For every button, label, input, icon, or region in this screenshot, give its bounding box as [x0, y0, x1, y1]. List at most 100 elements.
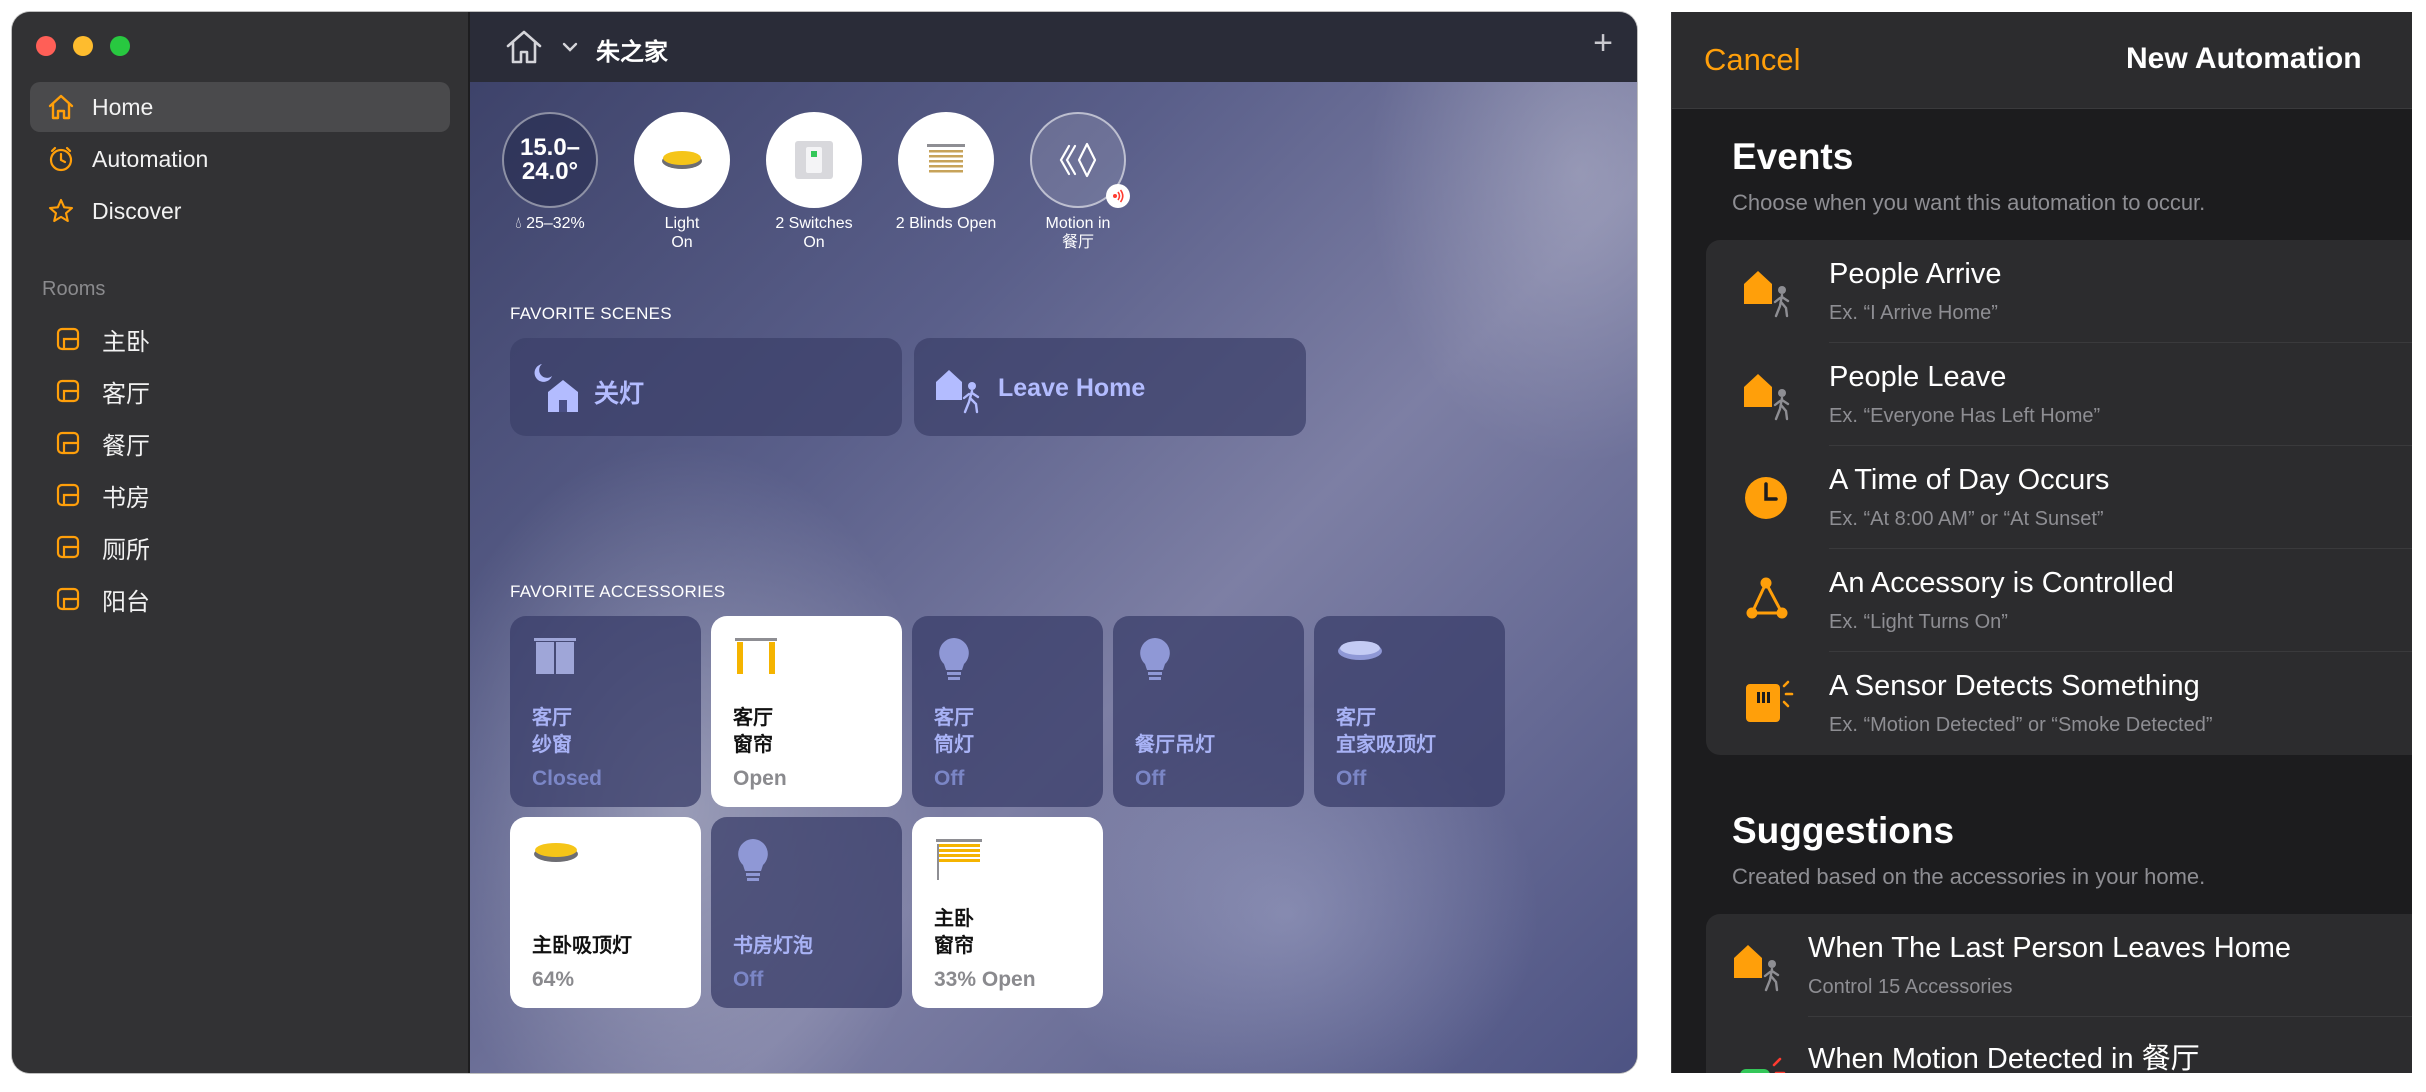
accessory-room: 客厅 [532, 707, 572, 729]
sidebar-item-discover[interactable]: Discover [30, 186, 450, 236]
scene-button-leave-home[interactable]: Leave Home [914, 338, 1306, 436]
clock-icon [1745, 477, 1787, 519]
accessory-tile[interactable]: 主卧 窗帘 33% Open [912, 817, 1103, 1008]
star-icon [46, 196, 76, 226]
blinds-status[interactable]: 2 Blinds Open [886, 112, 1006, 233]
event-title: People Leave [1829, 361, 2007, 393]
suggestion-row[interactable]: When The Last Person Leaves Home Control… [1706, 914, 2412, 1017]
add-button[interactable]: + [1593, 24, 1613, 63]
sidebar-item-room[interactable]: 厕所 [30, 522, 450, 572]
new-automation-sheet: Cancel New Automation Events Choose when… [1671, 12, 2412, 1073]
sensor-icon [1746, 680, 1794, 722]
sidebar-item-room[interactable]: 书房 [30, 470, 450, 520]
switches-status-line-1: 2 Switches [775, 215, 853, 232]
accessory-label: 纱窗 [532, 734, 572, 756]
accessory-label: 主卧吸顶灯 [532, 935, 632, 957]
ceiling-light-icon [532, 837, 580, 872]
scene-button-lights-off[interactable]: 关灯 [510, 338, 902, 436]
motion-sensor-icon [1740, 1057, 1786, 1073]
person-leave-icon [1734, 945, 1780, 992]
room-icon [56, 379, 80, 403]
accessory-state: Off [733, 968, 764, 991]
room-label: 厕所 [102, 536, 150, 564]
suggestions-heading: Suggestions [1732, 810, 1955, 851]
accessory-state: Off [1336, 767, 1367, 790]
close-window-button[interactable] [36, 36, 56, 56]
motion-status[interactable]: Motion in 餐厅 [1018, 112, 1138, 252]
sidebar-item-room[interactable]: 主卧 [30, 314, 450, 364]
home-main-view: 朱之家 + 15.0– 24.0° 💧︎ 25–32% Light On 2 S… [470, 12, 1637, 1073]
climate-status[interactable]: 15.0– 24.0° 💧︎ 25–32% [490, 112, 610, 233]
humidity-label: 💧︎ 25–32% [490, 214, 610, 233]
event-title: A Time of Day Occurs [1829, 464, 2110, 496]
accessory-room: 客厅 [1336, 707, 1376, 729]
accessory-name: 书房灯泡 [733, 933, 813, 960]
sidebar-item-home[interactable]: Home [30, 82, 450, 132]
switches-status[interactable]: 2 Switches On [754, 112, 874, 252]
accessory-tile[interactable]: 客厅 宜家吸顶灯 Off [1314, 616, 1505, 807]
event-row-people-arrive[interactable]: People Arrive Ex. “I Arrive Home” [1706, 240, 2412, 343]
accessory-name: 主卧吸顶灯 [532, 933, 632, 960]
light-bulb-icon [733, 837, 773, 890]
accessory-state: Off [1135, 767, 1166, 790]
suggestion-row[interactable]: When Motion Detected in 餐厅 [1706, 1017, 2412, 1073]
room-label: 主卧 [102, 328, 150, 356]
accessory-name: 主卧 窗帘 [934, 906, 974, 960]
house-icon [506, 30, 542, 64]
sidebar-nav: Home Automation Discover [30, 82, 450, 238]
accessory-label: 宜家吸顶灯 [1336, 734, 1436, 756]
room-label: 阳台 [102, 588, 150, 616]
sheet-title: New Automation [2126, 42, 2362, 75]
sidebar-item-room[interactable]: 客厅 [30, 366, 450, 416]
window-controls [36, 36, 130, 56]
scene-label: Leave Home [998, 374, 1146, 402]
suggestion-title: When The Last Person Leaves Home [1808, 932, 2292, 964]
favorite-scenes-title: FAVORITE SCENES [510, 304, 672, 323]
accessory-name: 客厅 宜家吸顶灯 [1336, 705, 1436, 759]
zoom-window-button[interactable] [110, 36, 130, 56]
chevron-down-icon[interactable] [562, 40, 578, 58]
switch-icon [795, 141, 833, 179]
switches-status-circle [766, 112, 862, 208]
sidebar-item-room[interactable]: 阳台 [30, 574, 450, 624]
accessory-tile[interactable]: 客厅 纱窗 Closed [510, 616, 701, 807]
motion-status-line-1: Motion in [1045, 215, 1111, 232]
person-leave-icon [1744, 374, 1790, 421]
events-list: People Arrive Ex. “I Arrive Home” People… [1706, 240, 2412, 755]
event-title: People Arrive [1829, 258, 2002, 290]
light-status-circle [634, 112, 730, 208]
event-row-time-of-day[interactable]: A Time of Day Occurs Ex. “At 8:00 AM” or… [1706, 446, 2412, 549]
suggestions-subtitle: Created based on the accessories in your… [1732, 864, 2206, 889]
suggestion-title: When Motion Detected in 餐厅 [1808, 1043, 2200, 1073]
favorite-accessories-title: FAVORITE ACCESSORIES [510, 582, 726, 601]
blinds-status-circle [898, 112, 994, 208]
accessory-room: 客厅 [934, 707, 974, 729]
person-leave-icon [934, 362, 984, 419]
event-row-accessory-controlled[interactable]: An Accessory is Controlled Ex. “Light Tu… [1706, 549, 2412, 652]
accessory-tile[interactable]: 主卧吸顶灯 64% [510, 817, 701, 1008]
home-switcher-button[interactable] [504, 28, 544, 71]
accessory-label: 书房灯泡 [733, 935, 813, 957]
accessory-tile[interactable]: 书房灯泡 Off [711, 817, 902, 1008]
switches-status-line-2: On [803, 234, 825, 251]
sheet-header: Cancel New Automation [1672, 12, 2412, 109]
accessory-state: Closed [532, 767, 603, 790]
minimize-window-button[interactable] [73, 36, 93, 56]
toolbar: 朱之家 + [470, 12, 1637, 82]
accessory-tile[interactable]: 客厅 筒灯 Off [912, 616, 1103, 807]
event-row-people-leave[interactable]: People Leave Ex. “Everyone Has Left Home… [1706, 343, 2412, 446]
light-status[interactable]: Light On [622, 112, 742, 252]
accessory-label: 窗帘 [934, 935, 974, 957]
sidebar-item-room[interactable]: 餐厅 [30, 418, 450, 468]
person-arrive-icon [1744, 271, 1790, 318]
event-example: Ex. “Everyone Has Left Home” [1829, 405, 2101, 427]
accessory-tile[interactable]: 餐厅吊灯 Off [1113, 616, 1304, 807]
cancel-button[interactable]: Cancel [1704, 42, 1801, 78]
sidebar-item-automation[interactable]: Automation [30, 134, 450, 184]
room-icon [56, 483, 80, 507]
accessory-tile[interactable]: 客厅 窗帘 Open [711, 616, 902, 807]
blinds-status-line-1: 2 Blinds Open [895, 215, 997, 232]
event-row-sensor-detects[interactable]: A Sensor Detects Something Ex. “Motion D… [1706, 652, 2412, 755]
sidebar-item-label: Automation [92, 145, 209, 172]
event-example: Ex. “At 8:00 AM” or “At Sunset” [1829, 508, 2104, 530]
